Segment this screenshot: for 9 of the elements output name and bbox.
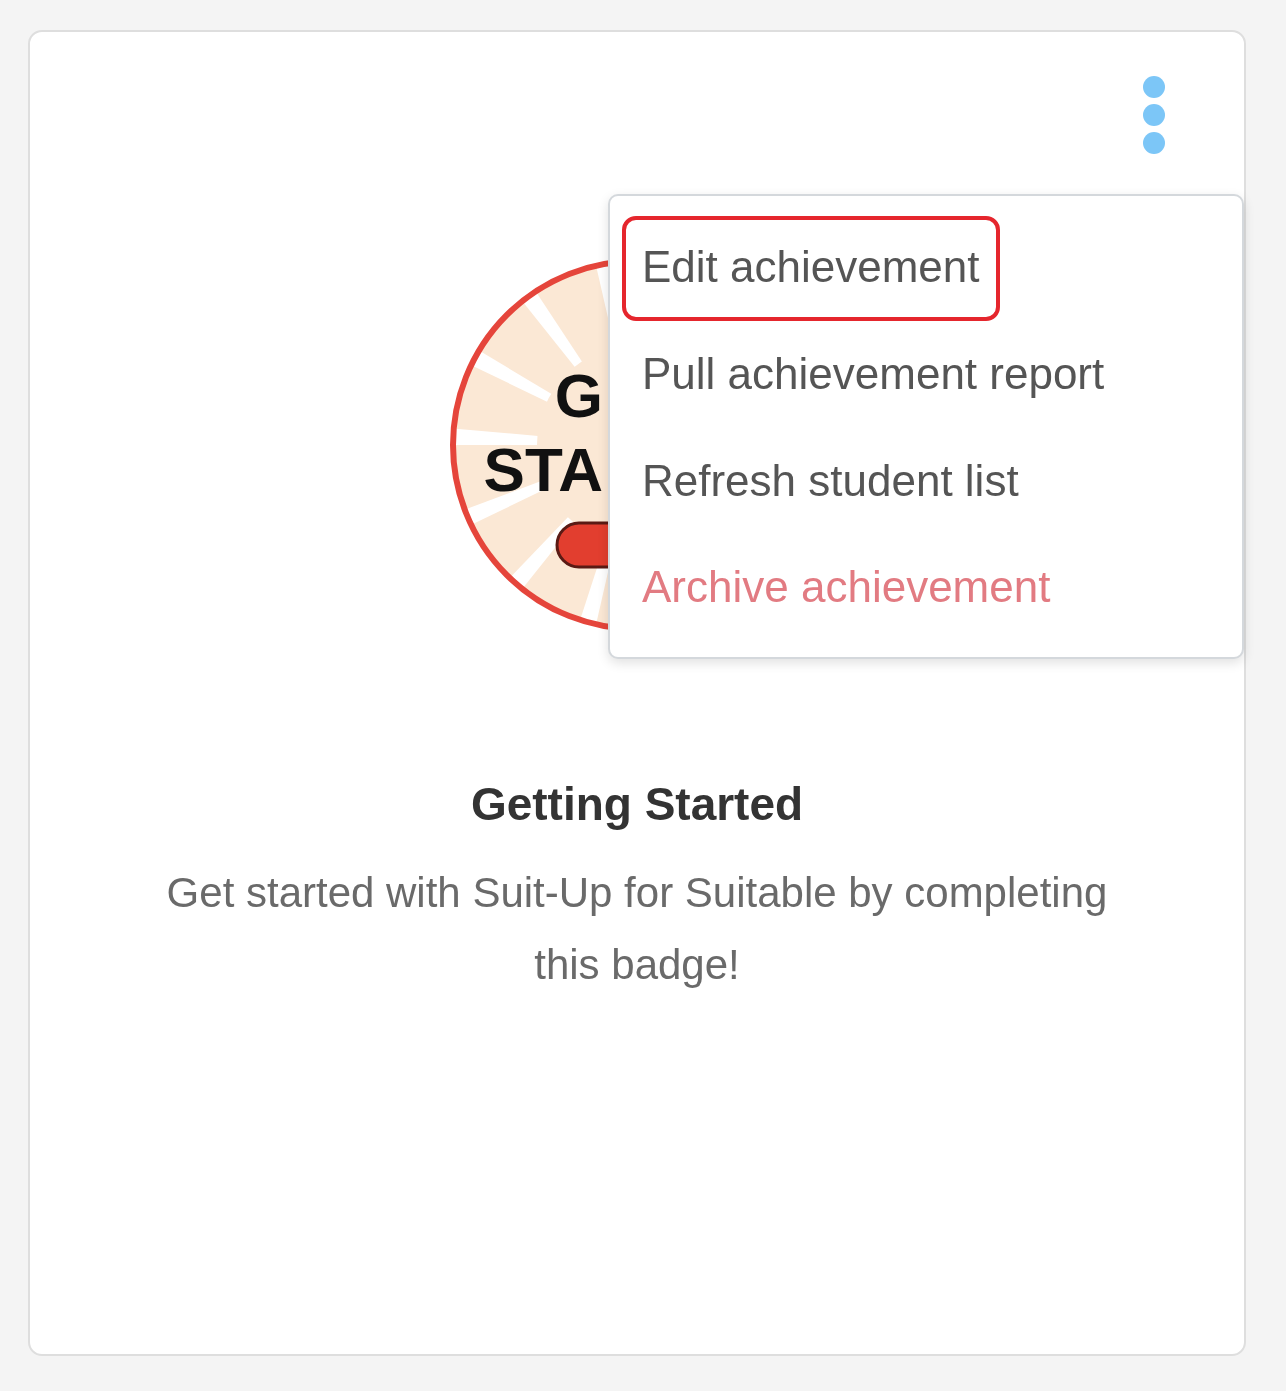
menu-item[interactable]: Edit achievement	[622, 216, 1000, 321]
menu-item[interactable]: Pull achievement report	[622, 322, 1125, 428]
menu-item[interactable]: Refresh student list	[622, 429, 1039, 535]
badge-text: G	[554, 361, 603, 430]
badge-text: STA	[483, 435, 603, 504]
more-options-button[interactable]	[1140, 75, 1168, 157]
kebab-icon	[1140, 75, 1168, 157]
achievement-title: Getting Started	[469, 777, 805, 832]
achievement-description: Get started with Suit-Up for Suitable by completing this badge!	[165, 868, 1109, 990]
